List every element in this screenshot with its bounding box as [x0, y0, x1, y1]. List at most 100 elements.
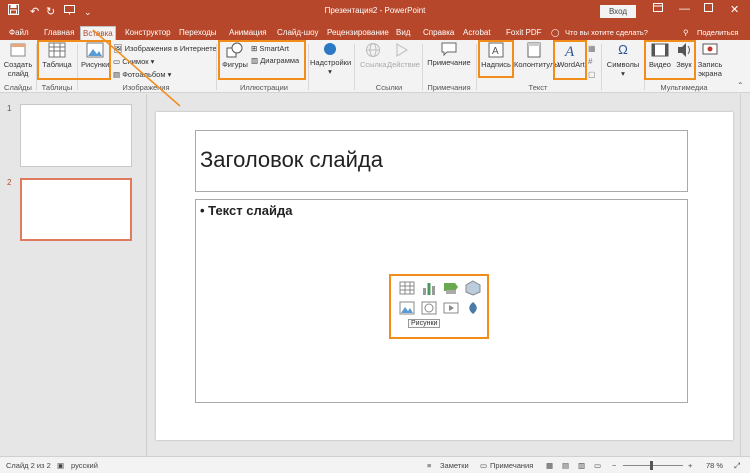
insert-smartart-icon[interactable]: [443, 280, 459, 296]
record-icon: [702, 43, 718, 55]
group-illustrations: Иллюстрации: [240, 83, 288, 92]
zoom-in-button[interactable]: +: [688, 461, 692, 470]
ribbon-display-icon[interactable]: [653, 3, 663, 15]
language-label[interactable]: русский: [71, 461, 98, 470]
content-insert-icons: Рисунки: [389, 274, 489, 339]
tab-file[interactable]: Файл: [7, 26, 31, 40]
comment-icon: [441, 42, 457, 56]
insert-icons-icon[interactable]: [465, 300, 481, 316]
group-comments: Примечания: [427, 83, 471, 92]
action-button[interactable]: Действие: [387, 42, 420, 69]
action-label: Действие: [387, 60, 420, 69]
slide-count: Слайд 2 из 2: [6, 461, 51, 470]
title-placeholder[interactable]: Заголовок слайда: [195, 130, 688, 192]
maximize-icon[interactable]: [704, 3, 713, 15]
comments-icon: ▭: [480, 461, 488, 470]
addins-icon: [324, 43, 336, 55]
lightbulb-icon: ◯: [551, 28, 560, 37]
slide-thumbnails-pane: 1 2: [0, 94, 147, 456]
slide-number-icon[interactable]: #: [588, 56, 592, 67]
slide-edit-area: Заголовок слайда • Текст слайда Рисунки: [148, 94, 740, 456]
zoom-slider-thumb[interactable]: [650, 461, 653, 470]
action-icon: [396, 43, 408, 57]
tab-insert[interactable]: Вставка: [80, 26, 116, 40]
record-button[interactable]: Запись экрана: [696, 42, 724, 78]
vertical-scrollbar[interactable]: [740, 94, 750, 456]
new-slide-button[interactable]: Создать слайд: [3, 42, 33, 78]
tab-acrobat[interactable]: Acrobat: [461, 26, 493, 40]
album-button[interactable]: ▤ Фотоальбом ▾: [113, 69, 171, 80]
status-bar: Слайд 2 из 2 ▣ русский ≡ Заметки ▭ Приме…: [0, 456, 750, 473]
slideshow-view-icon[interactable]: ▭: [594, 461, 601, 470]
comments-button[interactable]: Примечания: [490, 461, 533, 470]
online-pictures-button[interactable]: 🖼 Изображения в Интернете: [113, 43, 217, 54]
date-time-icon[interactable]: ▦: [588, 43, 596, 54]
highlight-tables-pictures: [37, 40, 111, 80]
screenshot-button[interactable]: ▭ Снимок ▾: [113, 56, 154, 67]
zoom-out-button[interactable]: −: [612, 461, 616, 470]
ribbon-tabs: Файл Главная Вставка Конструктор Переход…: [0, 24, 750, 40]
separator: [601, 44, 602, 90]
collapse-ribbon-icon[interactable]: ⌃: [737, 80, 744, 91]
tab-animations[interactable]: Анимация: [227, 26, 269, 40]
symbols-label: Символы: [606, 60, 640, 69]
zoom-level[interactable]: 78 %: [706, 461, 723, 470]
insert-online-pictures-icon[interactable]: [421, 300, 437, 316]
normal-view-icon[interactable]: ▦: [546, 461, 553, 470]
header-footer-button[interactable]: Колонтитулы: [514, 42, 560, 69]
sorter-view-icon[interactable]: ▤: [562, 461, 569, 470]
tab-help[interactable]: Справка: [421, 26, 456, 40]
zoom-slider[interactable]: [623, 465, 683, 466]
tab-design[interactable]: Конструктор: [123, 26, 173, 40]
screenshot-icon: ▭: [113, 57, 121, 66]
highlight-textbox: [478, 40, 514, 78]
record-label: Запись экрана: [697, 60, 723, 78]
separator: [308, 44, 309, 90]
title-bar: ↶ ↻ ⌄ Презентация2 - PowerPoint Вход — ✕: [0, 0, 750, 24]
insert-pictures-icon[interactable]: [399, 300, 415, 316]
group-links: Ссылки: [375, 83, 403, 92]
thumbnail-slide-1[interactable]: [20, 104, 132, 167]
notes-icon: ≡: [427, 461, 432, 470]
reading-view-icon[interactable]: ▥: [578, 461, 585, 470]
tab-view[interactable]: Вид: [394, 26, 412, 40]
highlight-media: [644, 40, 696, 80]
group-images: Изображения: [122, 83, 170, 92]
slide-canvas: Заголовок слайда • Текст слайда Рисунки: [156, 112, 733, 440]
highlight-wordart: [553, 40, 587, 80]
symbols-button[interactable]: Ω Символы ▾: [604, 42, 642, 78]
minimize-icon[interactable]: —: [679, 3, 690, 15]
tab-slideshow[interactable]: Слайд-шоу: [275, 26, 320, 40]
spellcheck-icon[interactable]: ▣: [57, 461, 64, 470]
insert-table-icon[interactable]: [399, 280, 415, 296]
thumbnail-slide-2[interactable]: [20, 178, 132, 241]
online-pictures-label: Изображения в Интернете: [124, 44, 217, 53]
new-slide-icon: [10, 43, 26, 57]
link-button[interactable]: Ссылка: [360, 42, 387, 69]
content-placeholder[interactable]: • Текст слайда Рисунки: [195, 199, 688, 403]
tab-home[interactable]: Главная: [42, 26, 76, 40]
addins-button[interactable]: Надстройки ▾: [310, 42, 351, 76]
insert-video-icon[interactable]: [443, 300, 459, 316]
tab-review[interactable]: Рецензирование: [325, 26, 391, 40]
slide-body-text: • Текст слайда: [200, 203, 293, 218]
signin-button[interactable]: Вход: [600, 5, 636, 18]
insert-3d-model-icon[interactable]: [465, 280, 481, 296]
object-icon[interactable]: ▢: [588, 69, 596, 80]
album-label: Фотоальбом: [122, 70, 166, 79]
thumbnail-number: 1: [7, 104, 12, 113]
separator: [422, 44, 423, 90]
tab-transitions[interactable]: Переходы: [177, 26, 219, 40]
comment-button[interactable]: Примечание: [426, 42, 472, 67]
highlight-illustrations: [218, 40, 306, 80]
link-label: Ссылка: [360, 60, 387, 69]
share-button[interactable]: Поделиться: [697, 26, 738, 39]
insert-chart-icon[interactable]: [421, 280, 437, 296]
notes-button[interactable]: Заметки: [440, 461, 469, 470]
tab-foxit[interactable]: Foxit PDF: [504, 26, 544, 40]
new-slide-label: Создать слайд: [3, 60, 33, 78]
document-title: Презентация2 - PowerPoint: [324, 6, 426, 15]
tell-me-box[interactable]: Что вы хотите сделать?: [565, 26, 648, 39]
close-icon[interactable]: ✕: [730, 3, 739, 16]
fit-slide-icon[interactable]: ⤢: [734, 461, 740, 471]
